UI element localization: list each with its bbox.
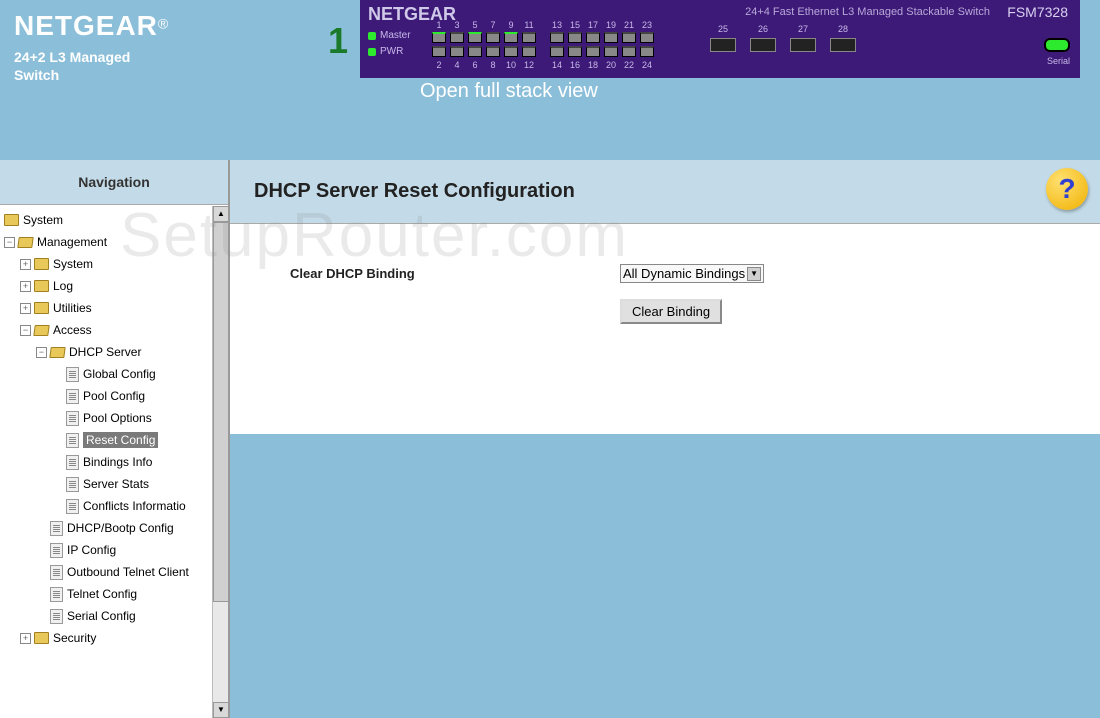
pwr-led-icon bbox=[368, 48, 376, 56]
navigation-panel: Navigation System − Management + System bbox=[0, 160, 230, 718]
document-icon bbox=[66, 367, 79, 382]
folder-icon bbox=[34, 258, 49, 270]
document-icon bbox=[50, 587, 63, 602]
tree-server-stats[interactable]: Server Stats bbox=[0, 473, 228, 495]
chevron-down-icon: ▼ bbox=[747, 267, 761, 281]
document-icon bbox=[66, 411, 79, 426]
tree-pool-options[interactable]: Pool Options bbox=[0, 407, 228, 429]
tree-bindings-info[interactable]: Bindings Info bbox=[0, 451, 228, 473]
document-icon bbox=[66, 455, 79, 470]
tree-ip-config[interactable]: IP Config bbox=[0, 539, 228, 561]
document-icon bbox=[50, 609, 63, 624]
help-button[interactable]: ? bbox=[1046, 168, 1088, 210]
folder-icon bbox=[4, 214, 19, 226]
stack-unit-number: 1 bbox=[328, 20, 348, 62]
document-icon bbox=[66, 389, 79, 404]
folder-icon bbox=[34, 280, 49, 292]
tree-dhcp-bootp[interactable]: DHCP/Bootp Config bbox=[0, 517, 228, 539]
brand-sub1: 24+2 L3 Managed bbox=[14, 49, 130, 65]
document-icon bbox=[66, 477, 79, 492]
port-top-numbers-b: 131517192123 bbox=[550, 20, 654, 30]
gbic-ports bbox=[710, 38, 856, 52]
content-panel: DHCP Server Reset Configuration ? Clear … bbox=[230, 160, 1100, 718]
gbic-numbers: 25262728 bbox=[710, 24, 856, 34]
ports-top-b bbox=[550, 32, 654, 43]
folder-open-icon bbox=[33, 325, 50, 336]
folder-icon bbox=[34, 632, 49, 644]
tree-security[interactable]: + Security bbox=[0, 627, 228, 649]
tree-mgmt-access[interactable]: − Access bbox=[0, 319, 228, 341]
tree-mgmt-log[interactable]: + Log bbox=[0, 275, 228, 297]
nav-tree: System − Management + System + Log bbox=[0, 205, 228, 718]
brand-name: NETGEAR bbox=[14, 10, 158, 41]
serial-label: Serial bbox=[1047, 56, 1070, 66]
master-led-label: Master bbox=[380, 30, 411, 41]
expand-icon[interactable]: + bbox=[20, 303, 31, 314]
expand-icon[interactable]: + bbox=[20, 633, 31, 644]
collapse-icon[interactable]: − bbox=[20, 325, 31, 336]
tree-dhcp-server[interactable]: − DHCP Server bbox=[0, 341, 228, 363]
pwr-led-label: PWR bbox=[380, 46, 403, 57]
page-title: DHCP Server Reset Configuration bbox=[254, 180, 575, 202]
document-icon bbox=[66, 499, 79, 514]
master-led-icon bbox=[368, 32, 376, 40]
binding-select-value: All Dynamic Bindings bbox=[623, 266, 745, 281]
collapse-icon[interactable]: − bbox=[4, 237, 15, 248]
expand-icon[interactable]: + bbox=[20, 259, 31, 270]
scroll-thumb[interactable] bbox=[213, 222, 229, 602]
port-bottom-numbers: 24681012 bbox=[432, 60, 536, 70]
document-icon bbox=[50, 543, 63, 558]
switch-description: 24+4 Fast Ethernet L3 Managed Stackable … bbox=[745, 6, 990, 18]
document-icon bbox=[66, 433, 79, 448]
brand-sub2: Switch bbox=[14, 67, 59, 83]
tree-pool-config[interactable]: Pool Config bbox=[0, 385, 228, 407]
document-icon bbox=[50, 565, 63, 580]
tree-mgmt-utilities[interactable]: + Utilities bbox=[0, 297, 228, 319]
tree-mgmt-system[interactable]: + System bbox=[0, 253, 228, 275]
ports-top-a bbox=[432, 32, 536, 43]
expand-icon[interactable]: + bbox=[20, 281, 31, 292]
folder-open-icon bbox=[17, 237, 34, 248]
tree-conflicts[interactable]: Conflicts Informatio bbox=[0, 495, 228, 517]
content-body: Clear DHCP Binding All Dynamic Bindings … bbox=[230, 224, 1100, 434]
ports-bottom-a bbox=[432, 46, 536, 57]
folder-icon bbox=[34, 302, 49, 314]
nav-header: Navigation bbox=[0, 160, 228, 205]
nav-scrollbar[interactable]: ▲ ▼ bbox=[212, 206, 228, 718]
tree-serial-config[interactable]: Serial Config bbox=[0, 605, 228, 627]
scroll-up-icon[interactable]: ▲ bbox=[213, 206, 229, 222]
open-stack-link[interactable]: Open full stack view bbox=[420, 80, 598, 103]
serial-port-icon bbox=[1044, 38, 1070, 52]
tree-global-config[interactable]: Global Config bbox=[0, 363, 228, 385]
port-bottom-numbers-b: 141618202224 bbox=[550, 60, 654, 70]
tree-telnet-config[interactable]: Telnet Config bbox=[0, 583, 228, 605]
tree-management[interactable]: − Management bbox=[0, 231, 228, 253]
switch-graphic[interactable]: NETGEAR 24+4 Fast Ethernet L3 Managed St… bbox=[360, 0, 1080, 78]
tree-reset-config[interactable]: Reset Config bbox=[0, 429, 228, 451]
brand-reg: ® bbox=[158, 16, 168, 32]
clear-binding-label: Clear DHCP Binding bbox=[290, 266, 620, 281]
clear-binding-button[interactable]: Clear Binding bbox=[620, 299, 722, 324]
ports-bottom-b bbox=[550, 46, 654, 57]
collapse-icon[interactable]: − bbox=[36, 347, 47, 358]
scroll-down-icon[interactable]: ▼ bbox=[213, 702, 229, 718]
document-icon bbox=[50, 521, 63, 536]
binding-select[interactable]: All Dynamic Bindings ▼ bbox=[620, 264, 764, 283]
folder-open-icon bbox=[49, 347, 66, 358]
tree-system[interactable]: System bbox=[0, 209, 228, 231]
page-title-bar: DHCP Server Reset Configuration ? bbox=[230, 160, 1100, 224]
switch-model: FSM7328 bbox=[1007, 4, 1068, 20]
brand-logo: NETGEAR® 24+2 L3 Managed Switch bbox=[14, 10, 168, 84]
tree-outbound-telnet[interactable]: Outbound Telnet Client bbox=[0, 561, 228, 583]
port-top-numbers: 1357911 bbox=[432, 20, 536, 30]
